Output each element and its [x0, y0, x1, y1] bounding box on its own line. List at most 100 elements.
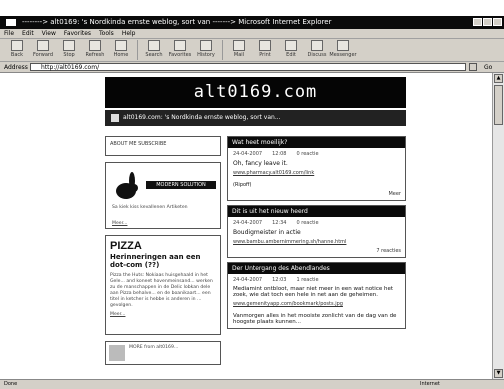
- post-3-comments[interactable]: 1 reactie: [296, 277, 318, 283]
- page-viewport[interactable]: alt0169.com alt0169.com: 's Nordkinda er…: [0, 73, 492, 379]
- address-label: Address: [4, 64, 28, 71]
- messenger-button[interactable]: Messenger: [329, 39, 357, 61]
- top-links-box: ABOUT ME SUBSCRIBE: [105, 136, 221, 156]
- pizza-more-link[interactable]: Meer...: [110, 312, 216, 318]
- stop-label: Stop: [63, 52, 75, 58]
- post-3-footer: Vanmorgen alles in het mooiste zonlicht …: [233, 313, 397, 325]
- post-3-date: 24-04-2007: [233, 277, 263, 283]
- post-1-more[interactable]: Meer: [228, 191, 405, 200]
- forward-button[interactable]: Forward: [30, 39, 56, 61]
- go-button[interactable]: Go: [484, 62, 492, 73]
- favorites-label: Favorites: [168, 52, 192, 58]
- discuss-button[interactable]: Discuss: [304, 39, 330, 61]
- post-2-comments[interactable]: 0 reactie: [296, 220, 318, 226]
- minimize-button[interactable]: [473, 18, 482, 26]
- post-2-body: Boudigmeister in actie: [233, 229, 301, 236]
- post-2-link[interactable]: www.bambu.ambernimmering.sh/hanne.html: [228, 239, 405, 248]
- post-1-comments[interactable]: 0 reactie: [296, 151, 318, 157]
- mail-icon: [233, 40, 245, 51]
- modern-banner[interactable]: MODERN SOLUTION: [146, 181, 216, 189]
- scroll-thumb[interactable]: [494, 85, 503, 125]
- mail-label: Mail: [233, 52, 245, 58]
- search-button[interactable]: Search: [141, 39, 167, 61]
- post-3-title[interactable]: Der Untergang des Abendlandes: [228, 263, 405, 274]
- address-dropdown-icon[interactable]: [469, 63, 477, 71]
- post-1-body: Oh, fancy leave it.: [233, 160, 288, 167]
- mail-button[interactable]: Mail: [226, 39, 252, 61]
- site-container: alt0169.com alt0169.com: 's Nordkinda er…: [105, 77, 406, 379]
- back-arrow-icon: [11, 40, 23, 51]
- scroll-down-icon[interactable]: ▼: [494, 369, 503, 378]
- stop-button[interactable]: Stop: [56, 39, 82, 61]
- close-button[interactable]: [493, 18, 502, 26]
- back-label: Back: [10, 52, 24, 58]
- print-button[interactable]: Print: [252, 39, 278, 61]
- left-column: ABOUT ME SUBSCRIBE MODERN SOLUTION Sa ki…: [105, 136, 221, 371]
- post-2-title[interactable]: Dit is uit het nieuw heerd: [228, 206, 405, 217]
- right-column: Wat heet moeilijk? 24-04-2007 12:08 0 reac…: [227, 136, 406, 333]
- menu-favorites[interactable]: Favorites: [64, 29, 91, 38]
- maximize-button[interactable]: [483, 18, 492, 26]
- pizza-box: PIZZA Herinneringen aan een dot-com (??)…: [105, 235, 221, 335]
- favorites-icon: [174, 40, 186, 51]
- window-titlebar: --------> alt0169: 's Nordkinda ernste w…: [0, 16, 504, 29]
- refresh-label: Refresh: [85, 52, 105, 58]
- rabbit-icon: [116, 172, 138, 199]
- top-links[interactable]: ABOUT ME SUBSCRIBE: [110, 141, 166, 147]
- discuss-icon: [311, 40, 323, 51]
- edit-button[interactable]: Edit: [278, 39, 304, 61]
- post-1-sub: (Ripoff): [233, 182, 252, 188]
- home-icon: [115, 40, 127, 51]
- toolbar-separator: [222, 40, 223, 60]
- favorites-button[interactable]: Favorites: [167, 39, 193, 61]
- post-3-link[interactable]: www.gemenityapp.com/bookmark/posts.jpg: [228, 301, 405, 310]
- post-2: Dit is uit het nieuw heerd 24-04-2007 12:…: [227, 205, 406, 258]
- bottom-box: MORE from alt0169...: [105, 341, 221, 365]
- post-1-link[interactable]: www.pharmacy.alt0169.com/link: [228, 170, 405, 179]
- toolbar: Back Forward Stop Refresh Home Search Fa…: [0, 39, 504, 62]
- discuss-label: Discuss: [307, 52, 327, 58]
- menu-file[interactable]: File: [4, 29, 14, 38]
- vertical-scrollbar[interactable]: ▲ ▼: [492, 73, 504, 379]
- history-label: History: [197, 52, 215, 58]
- rss-icon[interactable]: [111, 114, 119, 122]
- menu-view[interactable]: View: [42, 29, 56, 38]
- forward-label: Forward: [32, 52, 54, 58]
- history-button[interactable]: History: [193, 39, 219, 61]
- ie-icon: [6, 19, 16, 26]
- thumbnail-image[interactable]: [109, 345, 125, 361]
- scroll-up-icon[interactable]: ▲: [494, 74, 503, 83]
- window-title: --------> alt0169: 's Nordkinda ernste w…: [22, 18, 332, 26]
- print-label: Print: [259, 52, 271, 58]
- address-bar: Address http://alt0169.com/ Go: [0, 62, 504, 73]
- back-button[interactable]: Back: [4, 39, 30, 61]
- site-title[interactable]: alt0169.com: [105, 77, 406, 108]
- post-1-time: 12:08: [272, 151, 287, 157]
- home-label: Home: [113, 52, 129, 58]
- post-3-time: 12:03: [272, 277, 287, 283]
- modern-caption: Sa kiek kiss kevallenen Artiketen: [112, 205, 188, 210]
- modern-more-link[interactable]: Meer...: [112, 221, 127, 227]
- refresh-icon: [89, 40, 101, 51]
- stop-icon: [63, 40, 75, 51]
- post-2-date: 24-04-2007: [233, 220, 263, 226]
- messenger-label: Messenger: [329, 52, 357, 58]
- site-tagline-bar: alt0169.com: 's Nordkinda ernste weblog,…: [105, 110, 406, 126]
- pizza-subtitle: Herinneringen aan een dot-com (??): [110, 253, 201, 269]
- menu-tools[interactable]: Tools: [99, 29, 114, 38]
- home-button[interactable]: Home: [108, 39, 134, 61]
- menu-help[interactable]: Help: [122, 29, 136, 38]
- post-1: Wat heet moeilijk? 24-04-2007 12:08 0 reac…: [227, 136, 406, 201]
- address-input[interactable]: http://alt0169.com/: [30, 63, 466, 71]
- menu-edit[interactable]: Edit: [22, 29, 34, 38]
- post-1-date: 24-04-2007: [233, 151, 263, 157]
- pizza-title: PIZZA: [110, 240, 142, 252]
- refresh-button[interactable]: Refresh: [82, 39, 108, 61]
- post-2-more[interactable]: 7 reacties: [228, 248, 405, 257]
- menu-bar: File Edit View Favorites Tools Help: [0, 29, 504, 39]
- site-tagline: alt0169.com: 's Nordkinda ernste weblog,…: [123, 114, 281, 121]
- post-1-title[interactable]: Wat heet moeilijk?: [228, 137, 405, 148]
- history-icon: [200, 40, 212, 51]
- search-label: Search: [145, 52, 163, 58]
- edit-icon: [285, 40, 297, 51]
